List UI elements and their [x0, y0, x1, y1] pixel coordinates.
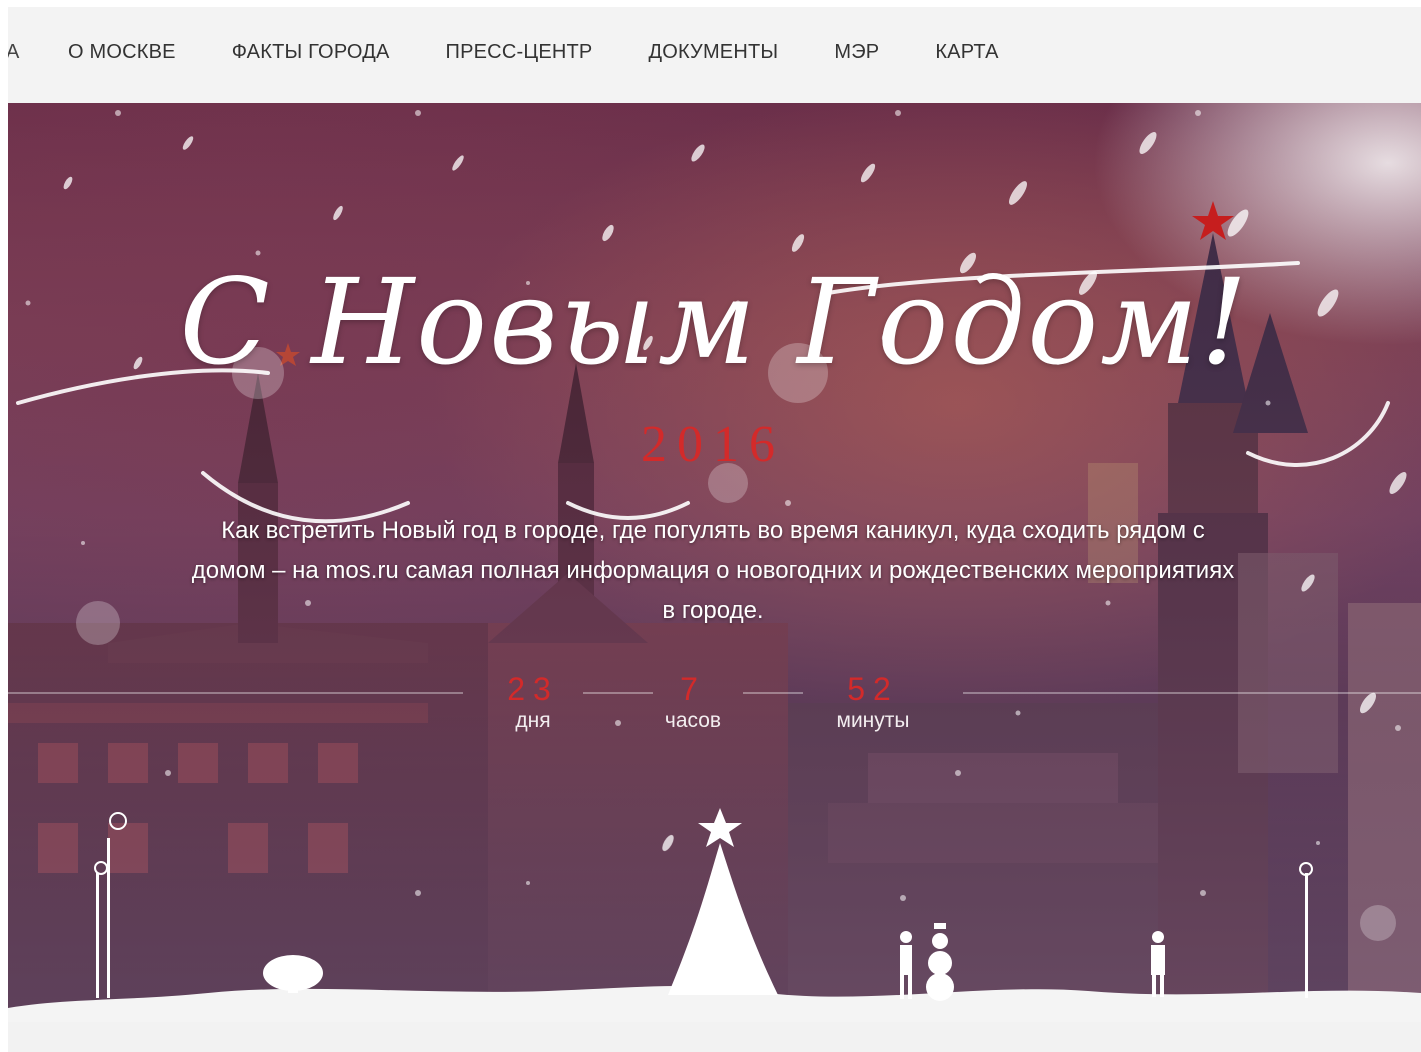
winter-foreground-illustration [8, 808, 1421, 1022]
new-year-banner[interactable]: С Новым Годом! 2016 Как встретить Новый … [8, 103, 1421, 1022]
nav-item-cut[interactable]: А [8, 41, 19, 64]
nav-menu: О МОСКВЕ ФАКТЫ ГОРОДА ПРЕСС-ЦЕНТР ДОКУМЕ… [68, 41, 1055, 64]
top-navigation: А О МОСКВЕ ФАКТЫ ГОРОДА ПРЕСС-ЦЕНТР ДОКУ… [8, 7, 1421, 103]
nav-item-map[interactable]: КАРТА [935, 41, 998, 64]
nav-item-about-moscow[interactable]: О МОСКВЕ [68, 41, 176, 64]
page-frame: А О МОСКВЕ ФАКТЫ ГОРОДА ПРЕСС-ЦЕНТР ДОКУ… [8, 7, 1421, 1052]
nav-item-city-facts[interactable]: ФАКТЫ ГОРОДА [232, 41, 390, 64]
nav-item-press-center[interactable]: ПРЕСС-ЦЕНТР [446, 41, 593, 64]
nav-item-documents[interactable]: ДОКУМЕНТЫ [648, 41, 778, 64]
nav-item-mayor[interactable]: МЭР [834, 41, 879, 64]
